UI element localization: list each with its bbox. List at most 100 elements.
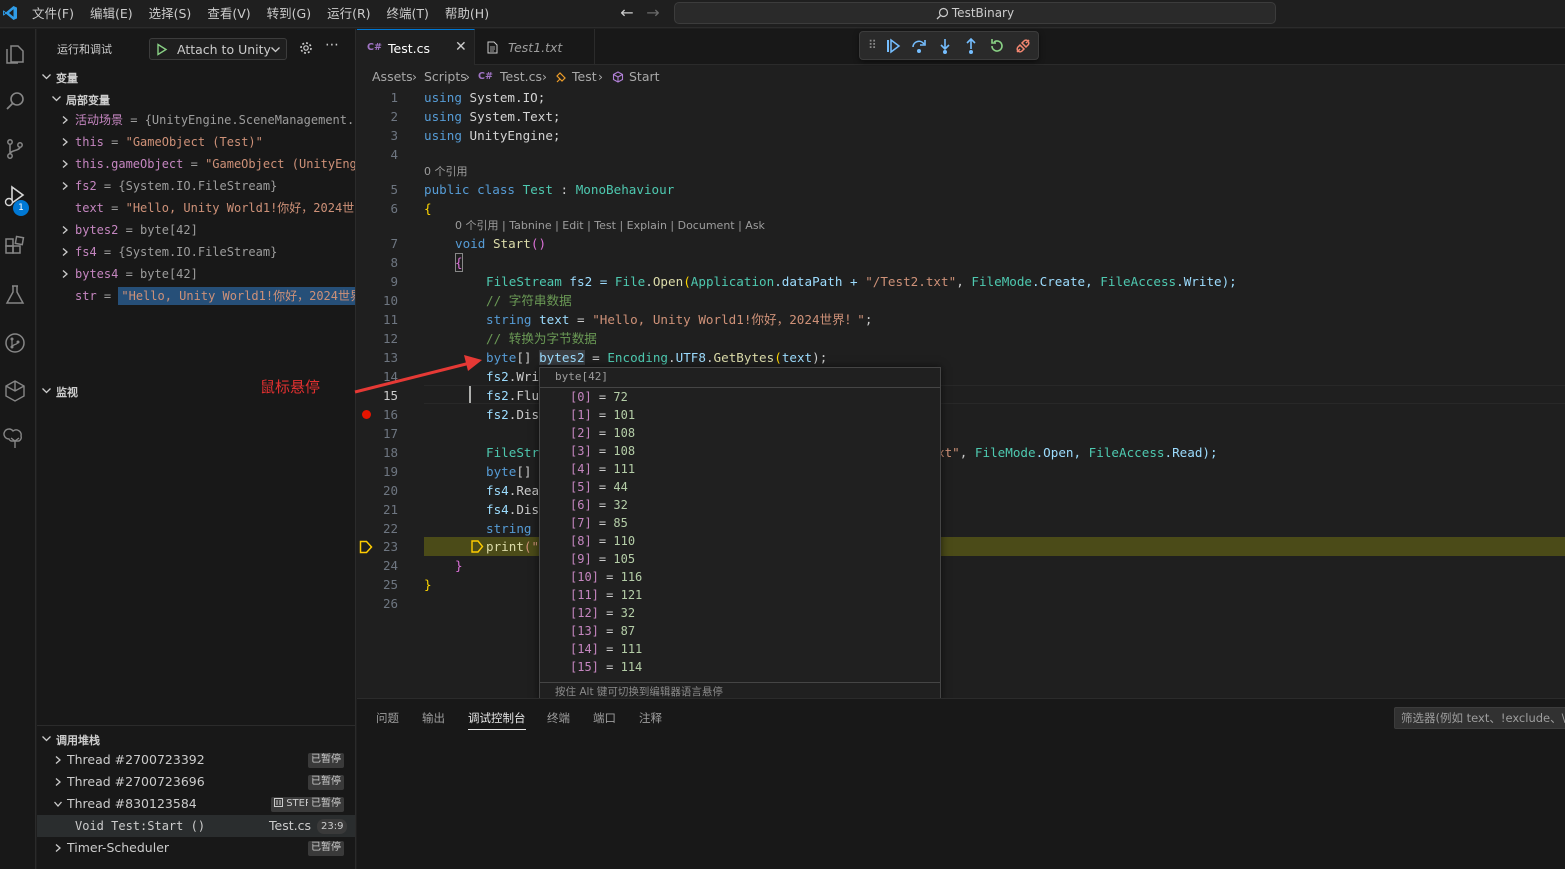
tab-test1-txt[interactable]: Test1.txt	[475, 29, 595, 65]
variable-row[interactable]: this.gameObject = "GameObject (UnityEngi…	[57, 153, 355, 175]
array-equals: =	[598, 642, 621, 656]
variable-row[interactable]: bytes4 = byte[42]	[57, 263, 355, 285]
restart-icon[interactable]	[988, 37, 1006, 55]
tab-debug-console[interactable]: 调试控制台	[468, 710, 526, 730]
gear-icon[interactable]	[299, 41, 313, 55]
variable-row[interactable]: fs4 = {System.IO.FileStream}	[57, 241, 355, 263]
code-lens-references[interactable]: 0 个引用	[424, 164, 468, 180]
tab-terminal[interactable]: 终端	[547, 710, 570, 726]
array-element-row[interactable]: [5] = 44	[570, 478, 628, 496]
disconnect-icon[interactable]	[1014, 37, 1032, 55]
command-center-search[interactable]: TestBinary	[674, 2, 1276, 24]
explorer-icon[interactable]	[3, 42, 27, 66]
menu-file[interactable]: 文件(F)	[24, 0, 82, 28]
tab-output[interactable]: 输出	[422, 710, 445, 726]
breadcrumb-item[interactable]: Test	[572, 66, 597, 88]
tab-problems[interactable]: 问题	[376, 710, 399, 726]
step-into-icon[interactable]	[936, 37, 954, 55]
code-token: ,	[956, 274, 972, 289]
breadcrumb-item[interactable]: Test.cs	[500, 66, 542, 88]
array-element-row[interactable]: [1] = 101	[570, 406, 635, 424]
array-element-row[interactable]: [13] = 87	[570, 622, 635, 640]
code-token: using	[424, 109, 462, 124]
git-graph-icon[interactable]	[3, 331, 27, 355]
array-element-row[interactable]: [3] = 108	[570, 442, 635, 460]
tree-icon[interactable]	[3, 427, 27, 451]
locals-scope-header[interactable]: 局部变量	[51, 89, 351, 109]
testing-flask-icon[interactable]	[3, 283, 27, 307]
vscode-logo-icon[interactable]	[2, 5, 18, 21]
thread-row[interactable]: Thread #2700723392 已暂停	[37, 749, 355, 771]
array-element-row[interactable]: [15] = 114	[570, 658, 642, 676]
search-icon[interactable]	[3, 89, 27, 113]
variable-row[interactable]: this = "GameObject (Test)"	[57, 131, 355, 153]
array-element-row[interactable]: [11] = 121	[570, 586, 642, 604]
variable-equals: =	[183, 157, 206, 171]
menu-go[interactable]: 转到(G)	[259, 0, 319, 28]
back-arrow-icon[interactable]: ←	[618, 4, 636, 22]
array-element-row[interactable]: [8] = 110	[570, 532, 635, 550]
variable-row[interactable]: text = "Hello, Unity World1!你好，2024世界！"	[57, 197, 355, 219]
array-element-row[interactable]: [6] = 32	[570, 496, 628, 514]
menu-view[interactable]: 查看(V)	[199, 0, 258, 28]
call-stack-section-header[interactable]: 调用堆栈	[37, 729, 355, 749]
debug-console-filter-input[interactable]: 筛选器(例如 text、!exclude、\escape)	[1394, 707, 1565, 729]
forward-arrow-icon[interactable]: →	[644, 4, 662, 22]
variable-row[interactable]: bytes2 = byte[42]	[57, 219, 355, 241]
code-token: text	[781, 350, 813, 365]
variable-name: this.gameObject	[75, 157, 184, 171]
code-token: =	[569, 312, 593, 327]
menu-terminal[interactable]: 终端(T)	[379, 0, 437, 28]
code-line-9: FileStream fs2 = File.Open(Application.d…	[486, 272, 1237, 291]
tab-comments[interactable]: 注释	[639, 710, 662, 726]
code-line-12: // 转换为字节数据	[486, 331, 597, 346]
extensions-icon[interactable]	[3, 235, 27, 259]
code-lens-actions[interactable]: 0 个引用 | Tabnine | Edit | Test | Explain …	[455, 218, 765, 234]
continue-icon[interactable]	[884, 37, 902, 55]
code-line-11: string text = "Hello, Unity World1!你好，20…	[486, 310, 872, 329]
source-control-icon[interactable]	[3, 137, 27, 161]
array-element-row[interactable]: [10] = 116	[570, 568, 642, 586]
thread-row[interactable]: Thread #830123584 STEP 已暂停	[37, 793, 355, 815]
hovered-variable[interactable]: bytes2	[539, 350, 585, 365]
variables-section-header[interactable]: 变量	[37, 67, 355, 87]
variable-name: fs4	[75, 245, 97, 259]
thread-row[interactable]: Thread #2700723696 已暂停	[37, 771, 355, 793]
debug-config-dropdown[interactable]: Attach to Unity	[149, 38, 287, 60]
unity-icon[interactable]	[3, 379, 27, 403]
tab-ports[interactable]: 端口	[593, 710, 616, 726]
variable-row[interactable]: 活动场景 = {UnityEngine.SceneManagement.Scen…	[57, 109, 355, 131]
array-element-row[interactable]: [9] = 105	[570, 550, 635, 568]
tab-test-cs[interactable]: C# Test.cs ✕	[357, 29, 475, 65]
breadcrumb-item[interactable]: Assets	[372, 66, 413, 88]
variable-row[interactable]: fs2 = {System.IO.FileStream}	[57, 175, 355, 197]
close-icon[interactable]: ✕	[455, 39, 467, 55]
start-debugging-icon[interactable]	[156, 43, 168, 56]
thread-row[interactable]: Timer-Scheduler 已暂停	[37, 837, 355, 859]
variable-value: "GameObject (UnityEngine.GameObject)"	[205, 157, 355, 171]
array-element-row[interactable]: [4] = 111	[570, 460, 635, 478]
array-element-row[interactable]: [12] = 32	[570, 604, 635, 622]
line-number: 8	[390, 255, 398, 270]
code-token: File	[614, 274, 646, 289]
variable-row[interactable]: str = "Hello, Unity World1!你好，2024世界！"	[57, 285, 355, 307]
drag-handle-icon[interactable]: ⠿	[868, 38, 877, 52]
stack-frame-row[interactable]: Void Test:Start () Test.cs 23:9	[37, 815, 355, 837]
variable-name: text	[75, 201, 104, 215]
code-token: print	[486, 539, 524, 554]
array-element-row[interactable]: [14] = 111	[570, 640, 642, 658]
menu-selection[interactable]: 选择(S)	[141, 0, 200, 28]
breadcrumb-item[interactable]: Scripts	[424, 66, 467, 88]
menu-help[interactable]: 帮助(H)	[437, 0, 497, 28]
breadcrumb-item[interactable]: Start	[629, 66, 660, 88]
code-line-15: fs2.Flu	[486, 386, 539, 405]
step-out-icon[interactable]	[962, 37, 980, 55]
step-over-icon[interactable]	[910, 37, 928, 55]
menu-run[interactable]: 运行(R)	[319, 0, 378, 28]
debug-hover-widget[interactable]: byte[42] [0] = 72 [1] = 101 [2] = 108 [3] =…	[539, 367, 941, 701]
array-element-row[interactable]: [7] = 85	[570, 514, 628, 532]
array-element-row[interactable]: [2] = 108	[570, 424, 635, 442]
more-actions-icon[interactable]: ⋯	[325, 37, 339, 53]
array-element-row[interactable]: [0] = 72	[570, 388, 628, 406]
menu-edit[interactable]: 编辑(E)	[82, 0, 141, 28]
